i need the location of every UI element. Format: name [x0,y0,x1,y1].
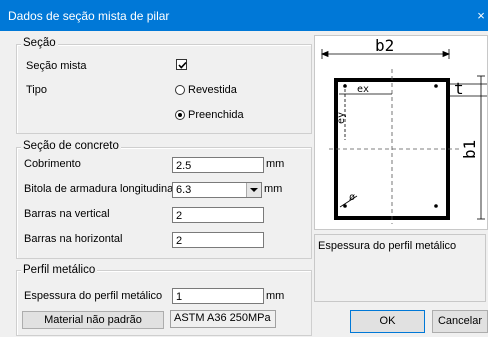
cover-input[interactable]: 2.5 [172,157,264,173]
bar-diameter-unit: mm [264,183,283,195]
t-label: t [454,79,464,98]
radio-revestida-label[interactable]: Revestida [188,84,237,96]
concrete-legend: Seção de concreto [21,140,121,152]
phi-label: ø [349,192,355,203]
profile-legend: Perfil metálico [21,264,98,276]
section-preview: b2 t b1 ex ey ø [314,35,488,230]
horizontal-bars-input[interactable]: 2 [172,232,264,248]
ok-button[interactable]: OK [350,310,425,333]
cover-label: Cobrimento [24,158,81,170]
material-button[interactable]: Material não padrão [22,311,164,329]
hint-box: Espessura do perfil metálico [314,234,486,302]
rebar [343,84,347,88]
radio-preenchida-label[interactable]: Preenchida [188,109,244,121]
thickness-unit: mm [266,290,285,302]
rebar [434,84,438,88]
b2-label: b2 [375,36,394,55]
thickness-label: Espessura do perfil metálico [24,290,163,302]
bar-diameter-select[interactable]: 6.3 [172,182,262,198]
rebar [434,204,438,208]
ey-label: ey [336,112,347,124]
radio-preenchida[interactable] [175,110,185,120]
window-title: Dados de seção mista de pilar [8,9,170,23]
hint-text: Espessura do perfil metálico [318,240,457,252]
material-value: ASTM A36 250MPa [170,310,276,328]
cover-unit: mm [266,158,285,170]
ex-label: ex [357,84,369,95]
horizontal-bars-label: Barras na horizontal [24,233,123,245]
cancel-button[interactable]: Cancelar [432,310,488,333]
section-legend: Seção [21,37,58,49]
mixed-section-checkbox[interactable] [176,59,187,70]
type-label: Tipo [26,84,47,96]
chevron-down-icon[interactable] [246,183,261,197]
thickness-input[interactable]: 1 [172,288,264,304]
bar-diameter-value: 6.3 [176,184,192,196]
vertical-bars-label: Barras na vertical [24,208,110,220]
bar-diameter-label: Bitola de armadura longitudinal [24,183,176,195]
mixed-section-label: Seção mista [26,60,87,72]
title-bar: Dados de seção mista de pilar × [0,0,488,31]
b1-label: b1 [460,140,479,159]
vertical-bars-input[interactable]: 2 [172,207,264,223]
radio-revestida[interactable] [175,85,185,95]
section-group [16,44,312,134]
close-icon[interactable]: × [474,0,488,31]
